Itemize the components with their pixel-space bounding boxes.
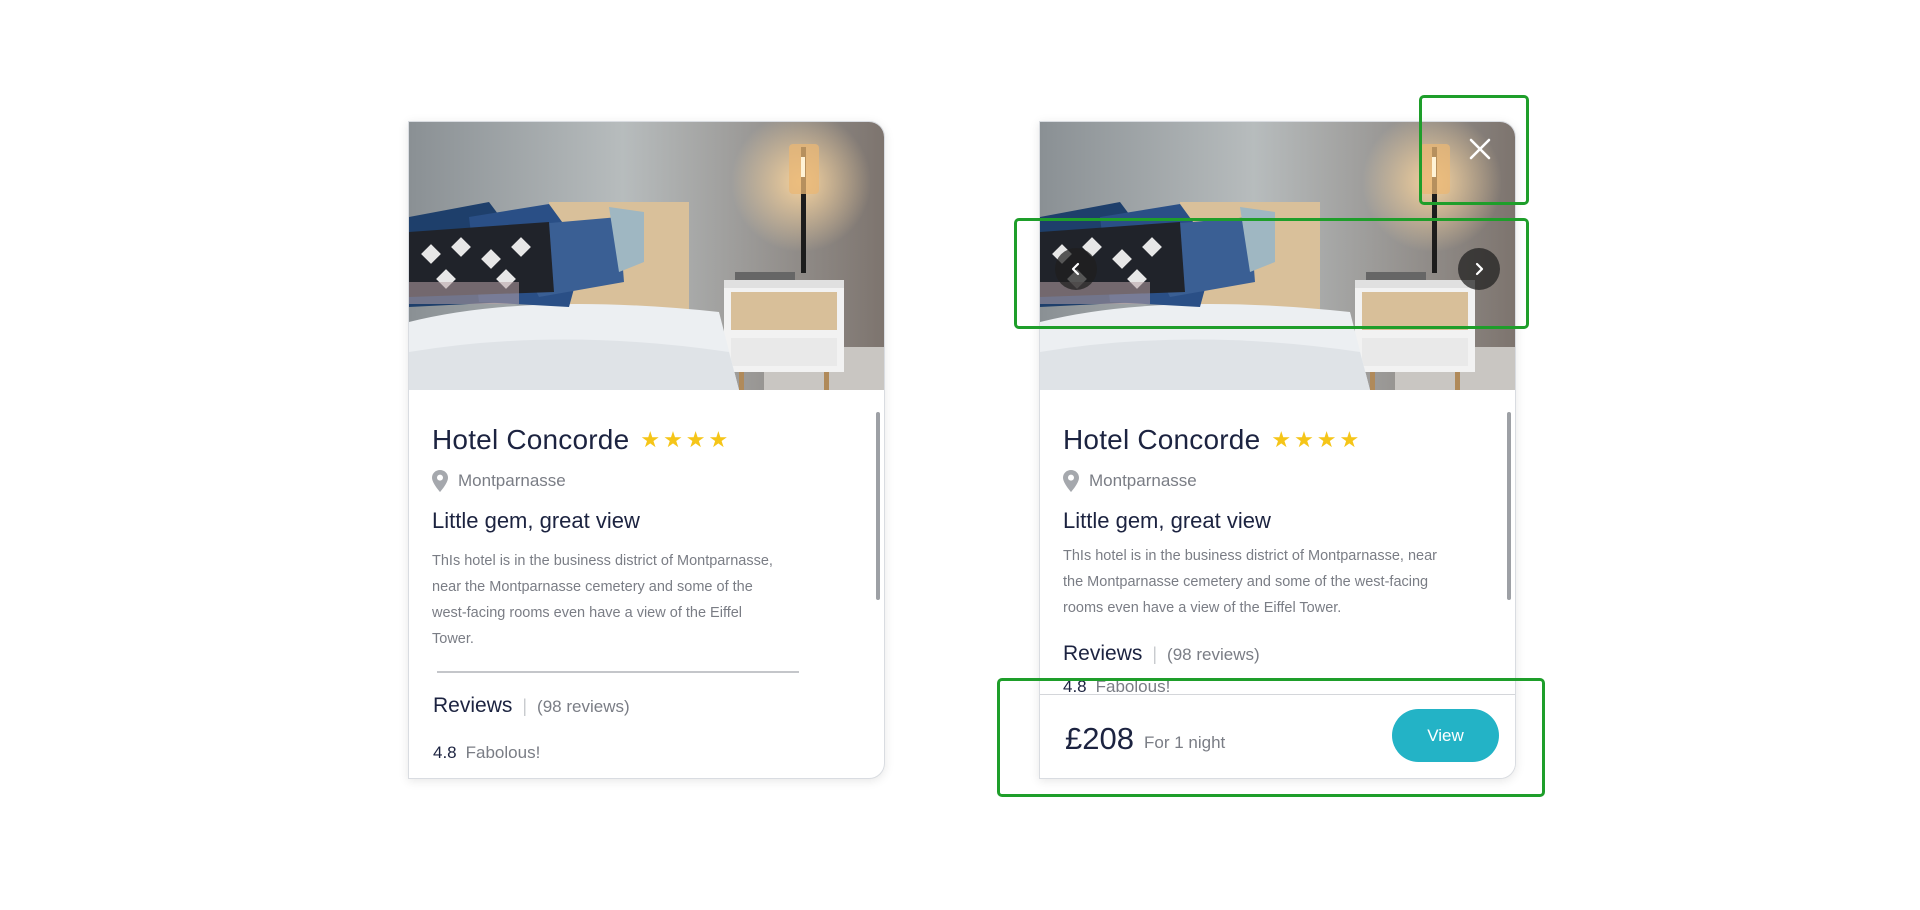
- chevron-right-icon: [1475, 262, 1484, 276]
- description-line: west-facing rooms even have a view of th…: [432, 605, 743, 621]
- description-line: ThIs hotel is in the business district o…: [432, 553, 773, 569]
- hotel-name: Hotel Concorde: [1063, 424, 1261, 455]
- chevron-left-icon: [1071, 262, 1080, 276]
- rating-score: 4.8: [433, 743, 457, 762]
- hotel-description: ThIs hotel is in the business district o…: [432, 548, 773, 652]
- star-rating: ★★★★: [640, 427, 732, 452]
- title-row: Hotel Concorde ★★★★: [432, 424, 731, 456]
- reviews-row[interactable]: Reviews | (98 reviews): [1063, 642, 1260, 666]
- location-label: Montparnasse: [458, 471, 566, 490]
- reviews-label: Reviews: [433, 694, 513, 717]
- price-note: For 1 night: [1144, 733, 1226, 752]
- description-line: ThIs hotel is in the business district o…: [1063, 548, 1437, 564]
- reviews-count: (98 reviews): [537, 697, 630, 716]
- description-line: rooms even have a view of the Eiffel Tow…: [1063, 600, 1342, 616]
- location-row: Montparnasse: [1063, 470, 1197, 492]
- review-headline: Little gem, great view: [1063, 508, 1271, 533]
- reviews-label: Reviews: [1063, 642, 1143, 665]
- view-button[interactable]: View: [1392, 709, 1499, 762]
- description-line: Tower.: [432, 631, 474, 647]
- scrollbar[interactable]: [1507, 412, 1511, 600]
- location-label: Montparnasse: [1089, 471, 1197, 490]
- map-pin-icon: [432, 470, 448, 492]
- hotel-photo: [1040, 122, 1515, 390]
- description-line: near the Montparnasse cemetery and some …: [432, 579, 753, 595]
- star-rating: ★★★★: [1271, 427, 1363, 452]
- hotel-name: Hotel Concorde: [432, 424, 630, 455]
- hotel-card[interactable]: Hotel Concorde ★★★★ Montparnasse Little …: [408, 121, 885, 779]
- scrollbar[interactable]: [876, 412, 880, 600]
- close-icon[interactable]: [1467, 136, 1493, 162]
- map-pin-icon: [1063, 470, 1079, 492]
- location-row: Montparnasse: [432, 470, 566, 492]
- price: £208: [1065, 721, 1134, 756]
- separator: |: [522, 696, 528, 716]
- description-line: the Montparnasse cemetery and some of th…: [1063, 574, 1429, 590]
- booking-footer: £208 For 1 night View: [1040, 694, 1515, 778]
- hotel-card-expanded[interactable]: Hotel Concorde ★★★★ Montparnasse Little …: [1039, 121, 1516, 779]
- reviews-count: (98 reviews): [1167, 645, 1260, 664]
- next-photo-button[interactable]: [1458, 248, 1500, 290]
- rating-text: Fabolous!: [465, 743, 541, 762]
- separator: |: [1152, 644, 1158, 664]
- title-row: Hotel Concorde ★★★★: [1063, 424, 1362, 456]
- rating-row: 4.8 Fabolous!: [433, 743, 540, 763]
- hotel-photo: [409, 122, 884, 390]
- hotel-description: ThIs hotel is in the business district o…: [1063, 543, 1437, 621]
- divider: [437, 671, 799, 673]
- reviews-row[interactable]: Reviews | (98 reviews): [433, 694, 630, 718]
- review-headline: Little gem, great view: [432, 508, 640, 533]
- previous-photo-button[interactable]: [1055, 248, 1097, 290]
